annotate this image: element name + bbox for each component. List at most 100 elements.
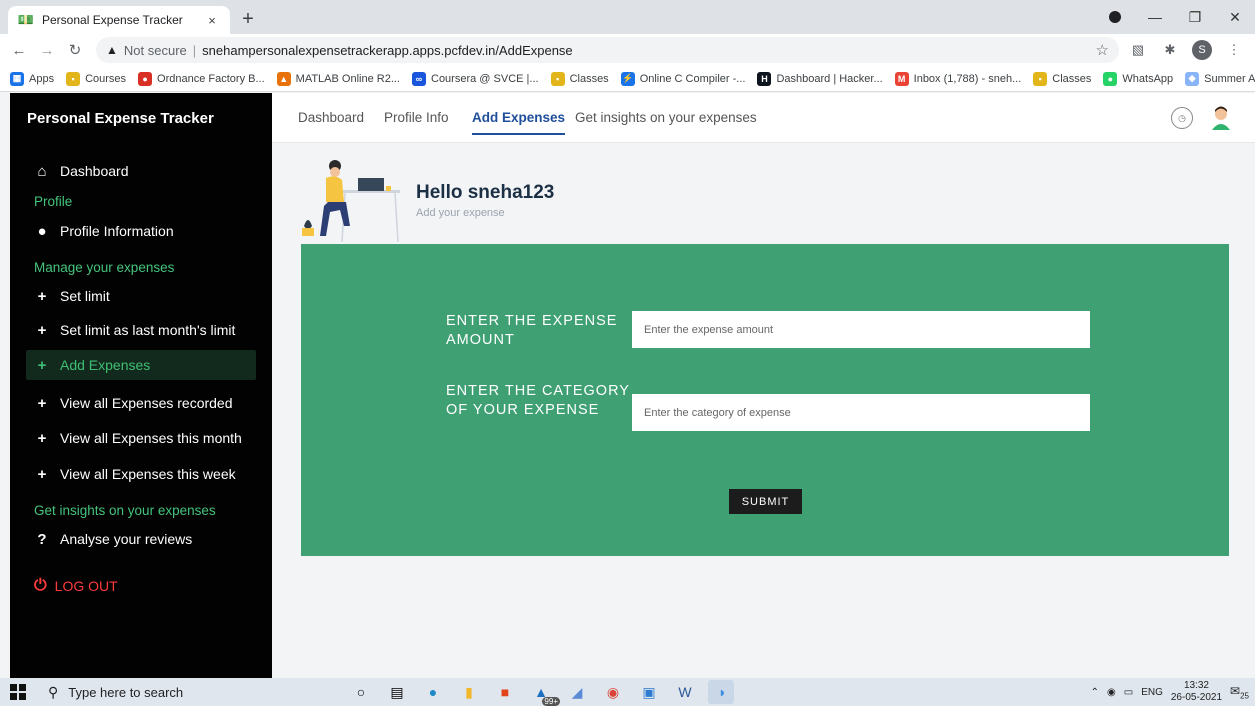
windows-taskbar: ⚲ Type here to search ○ ▤ ● ▮ ■ ▲ 99+ ◢ ◉…: [0, 678, 1255, 706]
classroom-icon: ▪: [550, 71, 565, 86]
profile-initial: S: [1192, 40, 1212, 60]
sidebar-item-label: Add Expenses: [60, 357, 151, 373]
section-profile: Profile: [34, 194, 73, 209]
expense-category-input[interactable]: [632, 394, 1090, 431]
bookmark-summer-analytics[interactable]: ◆Summer Analytics 2...: [1185, 71, 1255, 86]
bookmark-hackerrank[interactable]: H Dashboard | Hacker...: [757, 71, 883, 86]
forward-icon[interactable]: →: [36, 39, 58, 61]
sidebar-item-dashboard[interactable]: ⌂ Dashboard: [26, 156, 256, 186]
language-indicator[interactable]: ENG: [1141, 687, 1163, 698]
battery-icon[interactable]: ▭: [1124, 687, 1133, 698]
time-text: 13:32: [1183, 680, 1209, 691]
bookmark-ordnance[interactable]: ● Ordnance Factory B...: [138, 71, 265, 86]
sidebar-item-set-limit[interactable]: + Set limit: [26, 281, 256, 311]
extensions-puzzle-icon[interactable]: ✱: [1157, 37, 1183, 63]
store-icon[interactable]: ▲ 99+: [528, 680, 560, 706]
plus-icon: +: [37, 429, 47, 447]
logout-button[interactable]: ⏻ LOG OUT: [34, 577, 118, 595]
network-icon[interactable]: ◉: [1107, 687, 1116, 698]
user-avatar[interactable]: [1206, 103, 1236, 133]
task-view-icon[interactable]: ▤: [384, 680, 410, 704]
cortana-icon[interactable]: ○: [348, 680, 374, 704]
windows-start-icon[interactable]: [0, 678, 36, 706]
tab-insights[interactable]: Get insights on your expenses: [575, 93, 757, 143]
restore-icon[interactable]: ❐: [1175, 0, 1215, 34]
tab-search-icon[interactable]: [1095, 0, 1135, 34]
omnibox[interactable]: ▲ Not secure | snehampersonalexpensetrac…: [96, 37, 1119, 63]
file-explorer-icon[interactable]: ▮: [456, 680, 482, 704]
add-expense-form: ENTER THE EXPENSE AMOUNT ENTER THE CATEG…: [301, 244, 1229, 556]
category-label: ENTER THE CATEGORY OF YOUR EXPENSE: [446, 383, 630, 418]
bookmarks-bar: ▦ Apps ▪ Courses ● Ordnance Factory B... ▲ M…: [0, 66, 1255, 92]
minimize-icon[interactable]: —: [1135, 0, 1175, 34]
back-icon[interactable]: ←: [8, 39, 30, 61]
url-separator: |: [192, 42, 197, 58]
sidebar-item-view-week[interactable]: + View all Expenses this week: [26, 459, 256, 489]
system-tray: ⌃ ◉ ▭ ENG 13:32 26-05-2021 ✉25: [1091, 680, 1255, 704]
search-icon: ⚲: [48, 683, 59, 700]
sidebar-item-label: Set limit: [60, 288, 110, 304]
clock-display[interactable]: 13:32 26-05-2021: [1171, 680, 1222, 704]
tab-add-expenses[interactable]: Add Expenses: [472, 93, 566, 143]
page-subtitle: Add your expense: [416, 207, 505, 219]
word-icon[interactable]: W: [672, 680, 698, 704]
person-at-desk-illustration: [302, 160, 400, 242]
sidebar-item-analyse-reviews[interactable]: ? Analyse your reviews: [26, 524, 256, 554]
bookmark-classes[interactable]: ▪ Classes: [550, 71, 609, 86]
tab-close-icon[interactable]: ×: [204, 13, 220, 28]
plus-icon: +: [37, 287, 47, 305]
bookmark-apps[interactable]: ▦ Apps: [10, 71, 54, 86]
edge-icon[interactable]: ●: [420, 680, 446, 704]
window-controls: — ❐ ✕: [1095, 0, 1255, 34]
paint-icon[interactable]: ◑: [708, 680, 734, 704]
close-window-icon[interactable]: ✕: [1215, 0, 1255, 34]
sidebar-item-add-expenses[interactable]: + Add Expenses: [26, 350, 256, 380]
tray-chevron-up-icon[interactable]: ⌃: [1091, 687, 1099, 698]
sidebar-item-label: Profile Information: [60, 223, 174, 239]
hackerrank-icon: H: [757, 71, 772, 86]
date-text: 26-05-2021: [1170, 692, 1223, 703]
tab-dashboard[interactable]: Dashboard: [298, 93, 364, 143]
chrome-icon[interactable]: ◉: [600, 680, 626, 704]
sidebar-item-label: View all Expenses this month: [60, 430, 242, 446]
office-icon[interactable]: ■: [492, 680, 518, 704]
user-icon: ●: [37, 222, 47, 240]
bookmark-gmail[interactable]: M Inbox (1,788) - sneh...: [894, 71, 1021, 86]
bookmark-classes-2[interactable]: ▪ Classes: [1033, 71, 1091, 86]
bookmark-star-icon[interactable]: ☆: [1096, 41, 1109, 59]
bookmark-courses[interactable]: ▪ Courses: [66, 71, 126, 86]
browser-menu-icon[interactable]: ⋮: [1221, 37, 1247, 63]
classroom-icon: ▪: [66, 71, 81, 86]
photos-icon[interactable]: ▣: [636, 680, 662, 704]
profile-avatar-button[interactable]: S: [1189, 37, 1215, 63]
notifications-icon[interactable]: ✉25: [1230, 684, 1249, 700]
matlab-icon: ▲: [276, 71, 291, 86]
bookmark-compiler[interactable]: ⚡ Online C Compiler -...: [620, 71, 745, 86]
top-navbar: Dashboard Profile Info Add Expenses Get …: [272, 93, 1255, 143]
store-badge: 99+: [542, 697, 560, 706]
clock-icon[interactable]: ◷: [1171, 107, 1193, 129]
submit-button[interactable]: SUBMIT: [729, 489, 802, 514]
taskbar-search[interactable]: ⚲ Type here to search: [36, 678, 282, 706]
home-icon: ⌂: [37, 162, 47, 180]
sidebar-item-set-limit-last-month[interactable]: + Set limit as last month's limit: [26, 315, 256, 345]
pocket-extension-icon[interactable]: ▧: [1125, 37, 1151, 63]
power-icon: ⏻: [34, 577, 47, 594]
bookmark-matlab[interactable]: ▲ MATLAB Online R2...: [276, 71, 400, 86]
reload-icon[interactable]: ↻: [64, 39, 86, 61]
sidebar-item-profile-information[interactable]: ● Profile Information: [26, 216, 256, 246]
expense-amount-input[interactable]: [632, 311, 1090, 348]
gmail-icon: M: [894, 71, 909, 86]
bookmark-whatsapp[interactable]: ● WhatsApp: [1103, 71, 1173, 86]
bookmark-coursera[interactable]: ∞ Coursera @ SVCE |...: [412, 71, 539, 86]
plus-icon: +: [37, 465, 47, 483]
browser-tab[interactable]: 💵 Personal Expense Tracker ×: [8, 6, 230, 34]
whatsapp-icon: ●: [1103, 71, 1118, 86]
taskbar-apps: ○ ▤ ● ▮ ■ ▲ 99+ ◢ ◉ ▣ W ◑: [348, 680, 734, 706]
sidebar-item-view-all-expenses[interactable]: + View all Expenses recorded: [26, 388, 256, 418]
tab-profile-info[interactable]: Profile Info: [384, 93, 449, 143]
snip-tool-icon[interactable]: ◢: [564, 680, 590, 704]
new-tab-button[interactable]: +: [236, 8, 260, 32]
sidebar-item-label: Set limit as last month's limit: [60, 322, 236, 338]
sidebar-item-view-month[interactable]: + View all Expenses this month: [26, 423, 256, 453]
